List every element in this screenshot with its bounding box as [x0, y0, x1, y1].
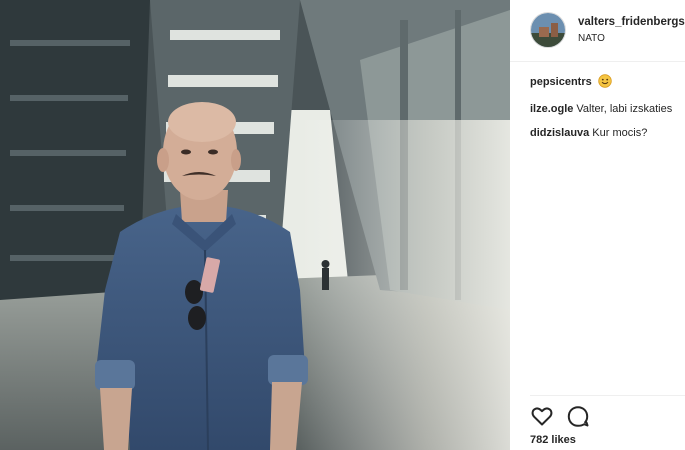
comment-author[interactable]: pepsicentrs: [530, 76, 592, 88]
comment-author[interactable]: ilze.ogle: [530, 103, 573, 115]
like-button[interactable]: [530, 404, 556, 430]
likes-count[interactable]: 782 likes: [530, 434, 576, 446]
photo-scene: [0, 0, 510, 450]
post-photo[interactable]: [0, 0, 510, 450]
comment-list: pepsicentrs ilze.ogle Valter, labi izskat…: [530, 74, 685, 149]
speech-bubble-icon: [567, 406, 589, 427]
post-sidebar: valters_fridenbergs NATO pepsicentrs ilz…: [510, 0, 685, 450]
avatar[interactable]: [530, 12, 566, 48]
comment-text: Valter, labi izskaties: [576, 103, 673, 115]
post-username[interactable]: valters_fridenbergs: [578, 16, 685, 28]
comment-item: didzislauva Kur mocis?: [530, 125, 685, 141]
actions-divider: [530, 395, 685, 396]
heart-outline-icon: [531, 407, 553, 426]
comment-text: Kur mocis?: [592, 127, 648, 139]
post-location[interactable]: NATO: [578, 33, 605, 44]
comment-author[interactable]: didzislauva: [530, 127, 589, 139]
smiling-face-icon: [598, 74, 612, 93]
comment-item: pepsicentrs: [530, 74, 685, 93]
avatar-image: [531, 13, 565, 47]
post-header: valters_fridenbergs NATO: [510, 0, 685, 62]
comment-button[interactable]: [566, 404, 592, 430]
comment-item: ilze.ogle Valter, labi izskaties: [530, 101, 685, 117]
